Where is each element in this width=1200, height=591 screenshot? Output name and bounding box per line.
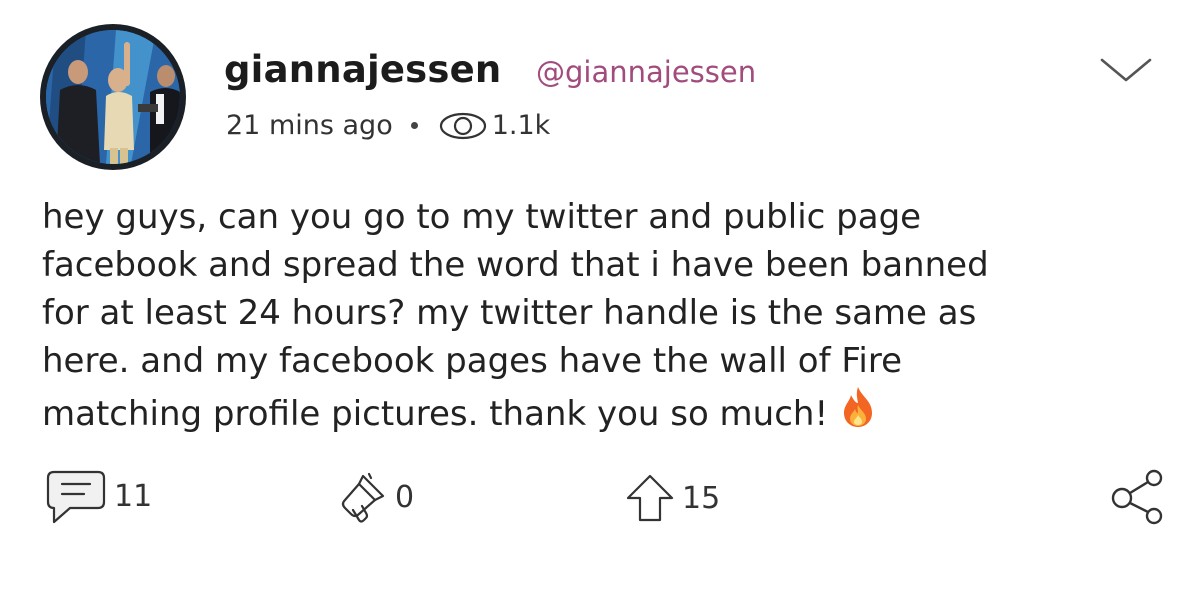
timestamp: 21 mins ago bbox=[226, 110, 393, 141]
view-count-value: 1.1k bbox=[491, 110, 551, 141]
share-button[interactable] bbox=[1108, 466, 1174, 526]
username[interactable]: giannajessen bbox=[224, 48, 501, 91]
post-body-line: here. and my facebook pages have the wal… bbox=[42, 341, 903, 381]
boost-button[interactable]: 0 bbox=[335, 470, 414, 524]
chevron-down-icon[interactable] bbox=[1098, 54, 1154, 84]
avatar-photo bbox=[46, 30, 180, 164]
boost-count: 0 bbox=[395, 479, 415, 515]
share-icon bbox=[1111, 469, 1163, 525]
user-handle[interactable]: @giannajessen bbox=[536, 55, 756, 89]
view-count: 1.1k bbox=[438, 110, 551, 141]
post-card: giannajessen @giannajessen 21 mins ago 1… bbox=[0, 0, 1200, 591]
megaphone-icon bbox=[341, 472, 385, 523]
post-body-line: for at least 24 hours? my twitter handle… bbox=[42, 293, 977, 333]
post-body-line: hey guys, can you go to my twitter and p… bbox=[42, 197, 922, 237]
upvote-button[interactable]: 15 bbox=[624, 472, 720, 524]
eye-icon bbox=[439, 112, 486, 139]
fire-emoji-icon bbox=[844, 387, 873, 427]
upvote-count: 15 bbox=[682, 480, 721, 516]
comment-count: 11 bbox=[114, 478, 153, 514]
arrow-up-icon bbox=[626, 474, 674, 522]
action-bar: 11 0 15 bbox=[0, 460, 1200, 530]
avatar[interactable] bbox=[40, 24, 186, 170]
separator-dot bbox=[410, 122, 418, 129]
post-meta: 21 mins ago 1.1k bbox=[226, 110, 550, 141]
comment-icon bbox=[46, 470, 106, 524]
post-body-line-last: matching profile pictures. thank you so … bbox=[42, 385, 1162, 438]
comment-button[interactable]: 11 bbox=[44, 466, 152, 526]
post-body-line: facebook and spread the word that i have… bbox=[42, 245, 989, 285]
post-body: hey guys, can you go to my twitter and p… bbox=[42, 193, 1162, 438]
post-body-line-text: matching profile pictures. thank you so … bbox=[42, 394, 829, 434]
